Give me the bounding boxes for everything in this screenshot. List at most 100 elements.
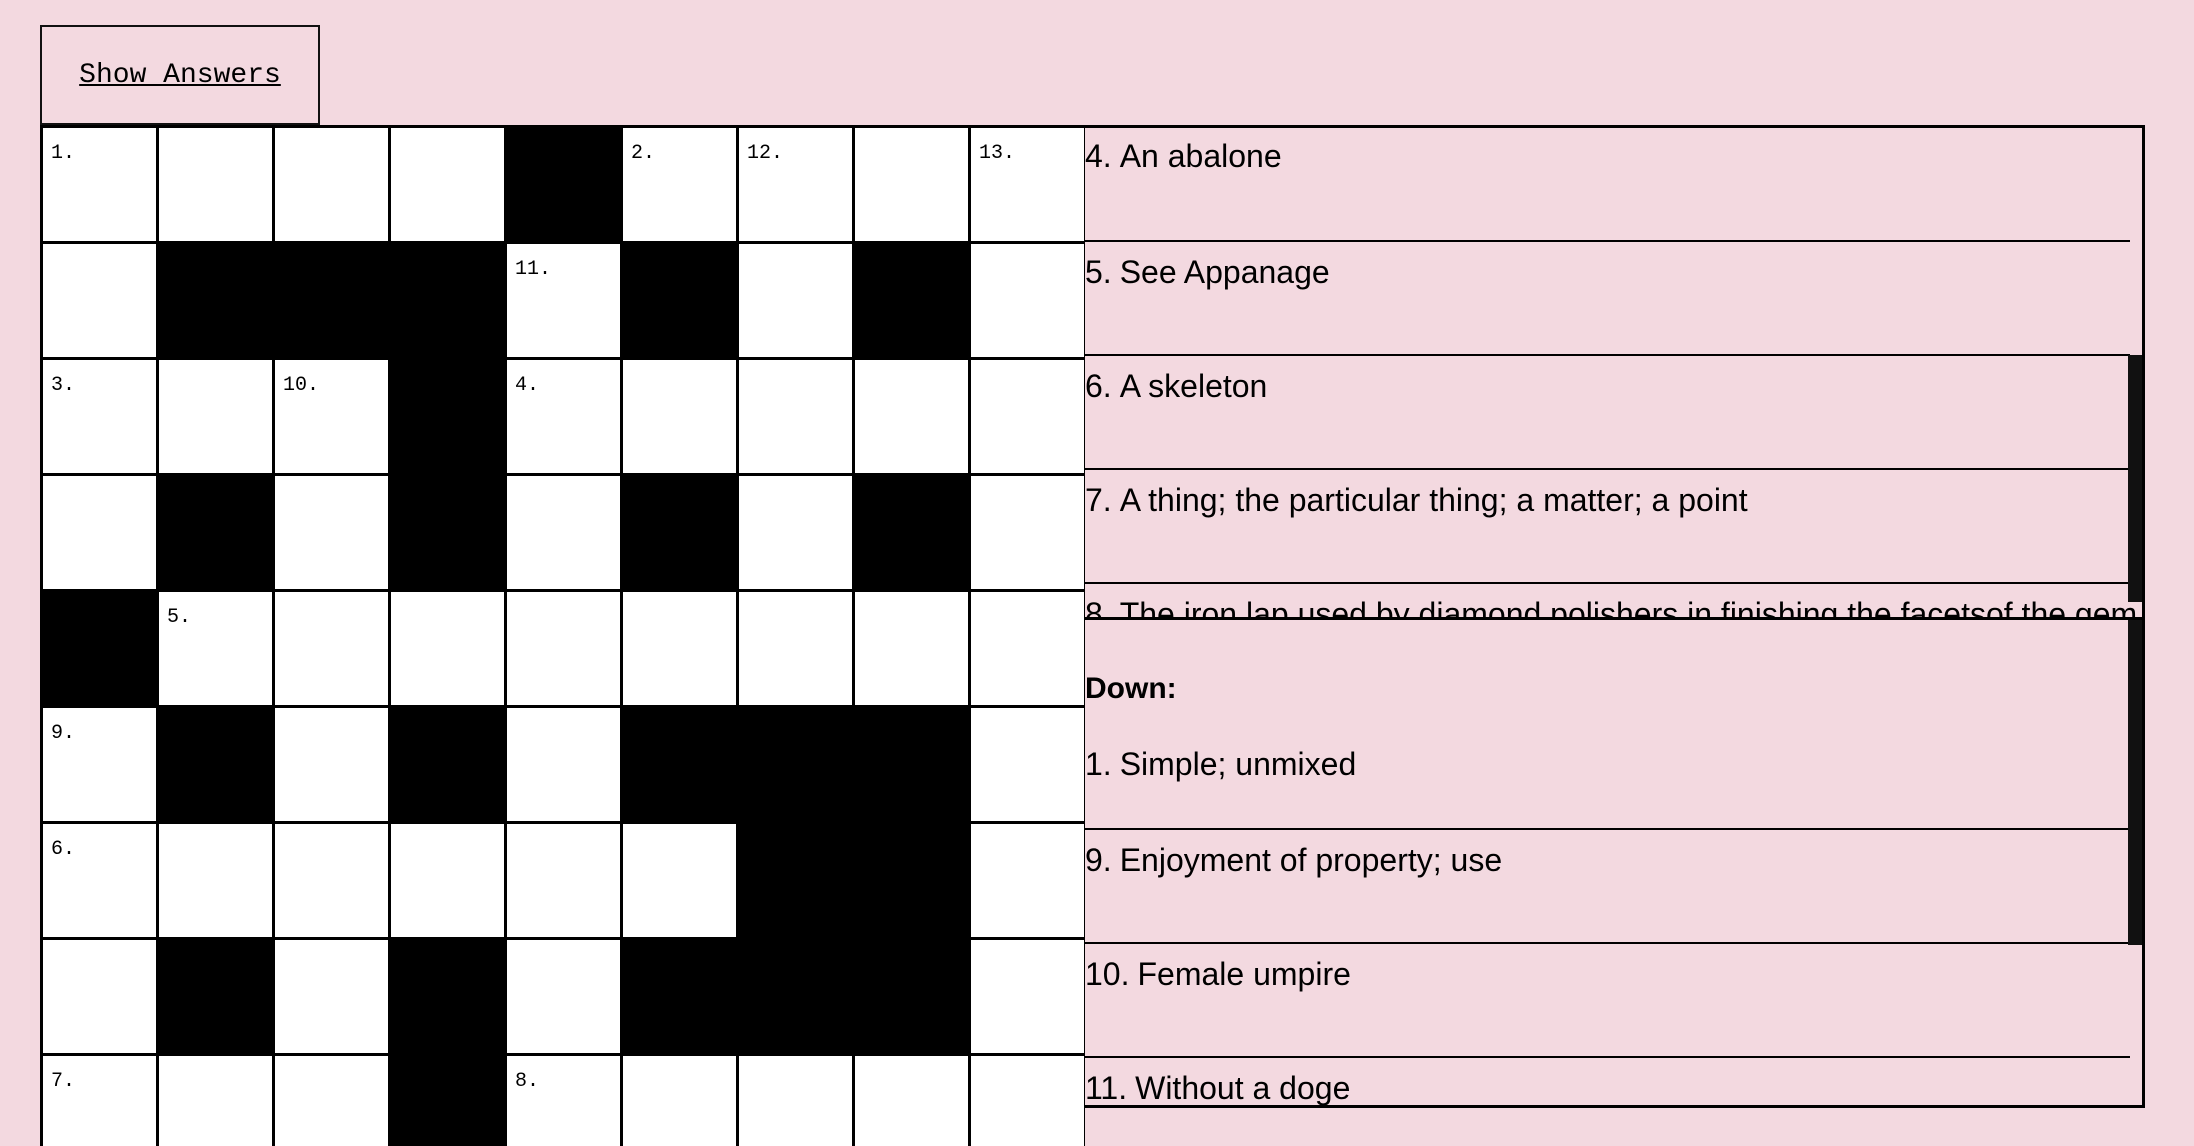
grid-cell[interactable]: 12. (739, 128, 855, 244)
grid-cell[interactable] (391, 128, 507, 244)
grid-cell-black (739, 940, 855, 1056)
clue-number: 1. (1085, 746, 1112, 782)
down-clues-panel[interactable]: Down: 1. Simple; unmixed 9. Enjoyment of pr… (1085, 617, 2145, 1108)
grid-cell[interactable]: 8. (507, 1056, 623, 1146)
grid-cell[interactable] (275, 940, 391, 1056)
grid-cell[interactable]: 3. (43, 360, 159, 476)
grid-cell[interactable] (855, 128, 971, 244)
down-clue[interactable]: 9. Enjoyment of property; use (1085, 830, 2130, 944)
clue-number: 5. (1085, 254, 1112, 290)
grid-cell-black (739, 824, 855, 940)
grid-cell[interactable]: 1. (43, 128, 159, 244)
grid-cell[interactable] (623, 824, 739, 940)
grid-cell[interactable] (159, 824, 275, 940)
grid-cell[interactable] (739, 360, 855, 476)
clue-number: 4. (1085, 138, 1112, 174)
grid-cell[interactable] (971, 940, 1085, 1056)
grid-cell[interactable] (275, 476, 391, 592)
grid-cell[interactable] (275, 708, 391, 824)
grid-cell[interactable]: 7. (43, 1056, 159, 1146)
grid-cell[interactable]: 13. (971, 128, 1085, 244)
grid-cell[interactable]: 2. (623, 128, 739, 244)
grid-cell[interactable] (275, 592, 391, 708)
grid-cell[interactable] (275, 1056, 391, 1146)
clue-text: Enjoyment of property; use (1119, 842, 1503, 878)
down-clue[interactable]: 10. Female umpire (1085, 944, 2130, 1058)
grid-cell[interactable] (971, 708, 1085, 824)
grid-cell[interactable] (623, 360, 739, 476)
across-clue[interactable]: 5. See Appanage (1085, 242, 2130, 356)
grid-cell-black (623, 708, 739, 824)
grid-cell[interactable]: 6. (43, 824, 159, 940)
grid-cell[interactable] (159, 1056, 275, 1146)
clue-number: 5. (167, 606, 192, 629)
clue-number: 8. (1085, 596, 1112, 617)
grid-cell[interactable] (43, 476, 159, 592)
grid-cell[interactable] (971, 360, 1085, 476)
grid-cell[interactable] (507, 708, 623, 824)
grid-cell[interactable] (739, 476, 855, 592)
clue-text: Female umpire (1137, 956, 1351, 992)
clue-number: 12. (747, 142, 784, 165)
down-scrollbar-thumb[interactable] (2128, 620, 2142, 945)
grid-cell[interactable]: 4. (507, 360, 623, 476)
grid-cell-black (623, 244, 739, 360)
grid-cell[interactable] (971, 592, 1085, 708)
grid-cell[interactable]: 11. (507, 244, 623, 360)
grid-cell-black (855, 824, 971, 940)
grid-cell-black (623, 476, 739, 592)
grid-cell[interactable] (507, 824, 623, 940)
grid-cell[interactable] (275, 824, 391, 940)
grid-cell[interactable] (159, 360, 275, 476)
clue-text: A skeleton (1119, 368, 1268, 404)
grid-cell[interactable] (275, 128, 391, 244)
clue-text: Simple; unmixed (1119, 746, 1357, 782)
grid-cell[interactable]: 5. (159, 592, 275, 708)
grid-cell[interactable] (507, 592, 623, 708)
across-clue[interactable]: 7. A thing; the particular thing; a matte… (1085, 470, 2130, 584)
grid-cell[interactable] (507, 476, 623, 592)
grid-cell[interactable] (971, 1056, 1085, 1146)
grid-cell-black (855, 708, 971, 824)
grid-cell[interactable] (855, 592, 971, 708)
grid-cell[interactable] (159, 128, 275, 244)
grid-cell[interactable] (739, 592, 855, 708)
clue-number: 1. (51, 142, 76, 165)
grid-cell[interactable] (971, 244, 1085, 360)
grid-cell-black (507, 128, 623, 244)
clue-number: 10. (1085, 956, 1130, 992)
grid-cell-black (391, 708, 507, 824)
across-clue[interactable]: 6. A skeleton (1085, 356, 2130, 470)
clue-number: 11. (1085, 1070, 1128, 1106)
across-scrollbar-thumb[interactable] (2128, 355, 2142, 602)
across-clues-panel[interactable]: 4. An abalone 5. See Appanage 6. A skeleton 7.… (1085, 125, 2145, 617)
grid-cell[interactable] (739, 1056, 855, 1146)
clue-number: 6. (1085, 368, 1112, 404)
grid-cell[interactable] (739, 244, 855, 360)
grid-cell-black (739, 708, 855, 824)
clue-number: 9. (51, 722, 76, 745)
grid-cell[interactable] (971, 476, 1085, 592)
grid-cell[interactable] (855, 360, 971, 476)
grid-cell[interactable] (43, 940, 159, 1056)
clue-number: 4. (515, 374, 540, 397)
grid-cell[interactable] (391, 824, 507, 940)
clue-text: See Appanage (1119, 254, 1330, 290)
across-clue[interactable]: 4. An abalone (1085, 128, 2130, 242)
clue-number: 9. (1085, 842, 1112, 878)
grid-cell[interactable] (43, 244, 159, 360)
grid-cell[interactable] (855, 1056, 971, 1146)
show-answers-button[interactable]: Show Answers (40, 25, 320, 125)
across-clue[interactable]: 8. The iron lap used by diamond polishers… (1085, 584, 2137, 617)
down-clue[interactable]: 1. Simple; unmixed (1085, 732, 2130, 830)
grid-cell[interactable] (623, 592, 739, 708)
grid-cell[interactable]: 10. (275, 360, 391, 476)
grid-cell[interactable] (971, 824, 1085, 940)
grid-cell-black (391, 1056, 507, 1146)
clue-number: 2. (631, 142, 656, 165)
down-clue[interactable]: 11. Without a doge (1085, 1058, 2130, 1106)
grid-cell[interactable]: 9. (43, 708, 159, 824)
grid-cell[interactable] (507, 940, 623, 1056)
grid-cell[interactable] (391, 592, 507, 708)
grid-cell[interactable] (623, 1056, 739, 1146)
